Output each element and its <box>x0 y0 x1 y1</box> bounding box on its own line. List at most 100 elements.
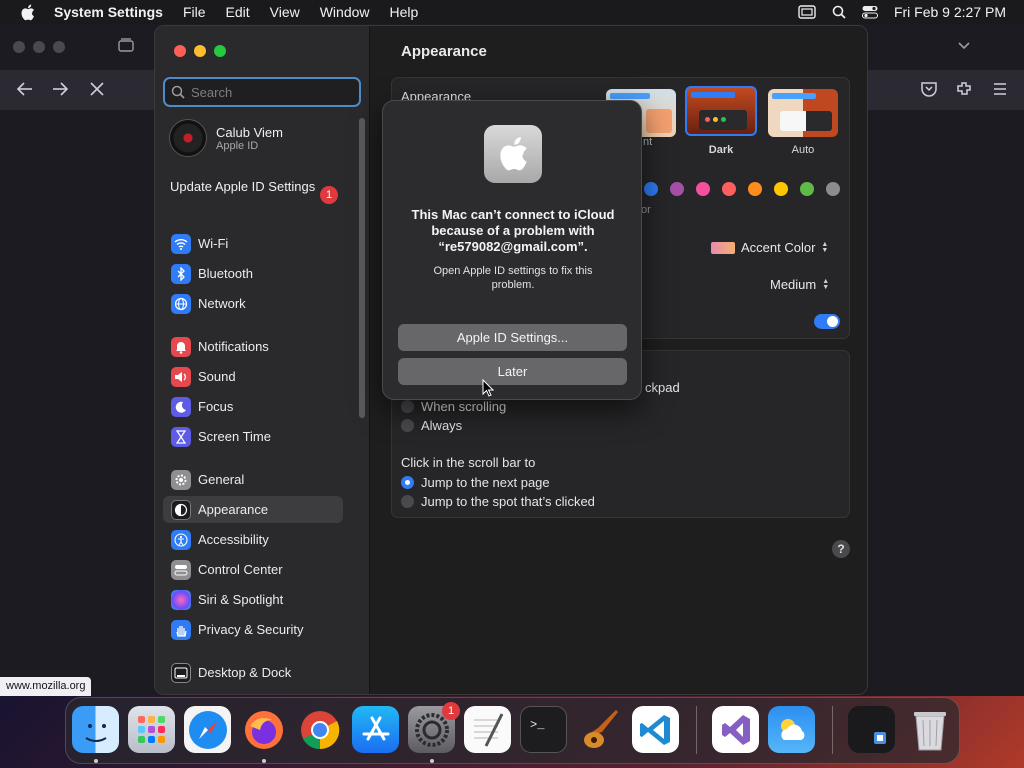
sidebar-item-accessibility[interactable]: Accessibility <box>163 526 343 553</box>
sidebar-item-label: Desktop & Dock <box>198 665 292 680</box>
search-icon <box>171 85 185 99</box>
accent-swatch-pink[interactable] <box>696 182 710 196</box>
firefox-minimize-dot[interactable] <box>33 41 45 53</box>
radio-dot <box>401 419 414 432</box>
apple-menu-icon[interactable] <box>16 1 38 23</box>
sidebar-item-desktop-dock[interactable]: Desktop & Dock <box>163 659 343 686</box>
auto-appearance-thumb[interactable] <box>768 89 838 137</box>
accent-swatch-blue[interactable] <box>644 182 658 196</box>
minimize-button[interactable] <box>194 45 206 57</box>
sidebar-item-network[interactable]: Network <box>163 290 343 317</box>
radio-label: Jump to the next page <box>421 475 550 490</box>
app-store-icon[interactable] <box>352 706 399 753</box>
vscode-icon[interactable] <box>632 706 679 753</box>
radio-dot <box>401 400 414 413</box>
finder-icon[interactable] <box>72 706 119 753</box>
update-badge: 1 <box>320 186 338 204</box>
system-settings-running-dot <box>430 759 434 763</box>
sidebar-item-privacy-security[interactable]: Privacy & Security <box>163 616 343 643</box>
sidebar-item-bluetooth[interactable]: Bluetooth <box>163 260 343 287</box>
menu-help[interactable]: Help <box>380 4 429 20</box>
help-button[interactable]: ? <box>832 540 850 558</box>
sidebar-item-notifications[interactable]: Notifications <box>163 333 343 360</box>
sidebar-item-wifi[interactable]: Wi-Fi <box>163 230 343 257</box>
radio-jump-spot[interactable]: Jump to the spot that’s clicked <box>401 494 595 509</box>
scroll-caption-partial: ckpad <box>645 380 680 395</box>
sidebar-item-screen-time[interactable]: Screen Time <box>163 423 343 450</box>
forward-arrow-icon[interactable] <box>51 80 69 103</box>
popup-chevron-icon: ▲ ▼ <box>821 240 829 254</box>
visual-studio-icon[interactable] <box>712 706 759 753</box>
search-input[interactable] <box>191 84 351 100</box>
downloads-stack-icon[interactable] <box>848 706 895 753</box>
dark-appearance-thumb[interactable] <box>685 86 757 136</box>
hamburger-menu-icon[interactable] <box>991 80 1009 103</box>
sidebar-item-sound[interactable]: Sound <box>163 363 343 390</box>
accent-swatch-green[interactable] <box>800 182 814 196</box>
radio-always[interactable]: Always <box>401 418 462 433</box>
update-apple-id-item[interactable]: Update Apple ID Settings <box>170 179 340 195</box>
sidebar-item-label: Screen Time <box>198 429 271 444</box>
accent-swatch-red[interactable] <box>722 182 736 196</box>
sidebar-icon-size-popup[interactable]: Medium ▲ ▼ <box>770 277 829 292</box>
wallpaper-tinting-toggle[interactable] <box>814 314 840 329</box>
close-button[interactable] <box>174 45 186 57</box>
chrome-icon[interactable] <box>296 706 343 753</box>
screen-mirroring-icon[interactable] <box>798 5 816 19</box>
search-field[interactable] <box>163 77 361 107</box>
menu-file[interactable]: File <box>173 4 216 20</box>
spotlight-search-icon[interactable] <box>832 5 846 19</box>
sidebar-item-general[interactable]: General <box>163 466 343 493</box>
stop-loading-icon[interactable] <box>88 80 106 103</box>
radio-jump-next-page[interactable]: Jump to the next page <box>401 475 550 490</box>
trash-icon[interactable] <box>906 706 953 753</box>
menu-view[interactable]: View <box>260 4 310 20</box>
extensions-icon[interactable] <box>955 80 973 103</box>
control-center-icon[interactable] <box>861 5 878 19</box>
globe-icon <box>171 293 191 314</box>
firefox-close-dot[interactable] <box>13 41 25 53</box>
bell-icon <box>171 336 191 357</box>
menu-window[interactable]: Window <box>310 4 380 20</box>
pocket-icon[interactable] <box>920 80 938 103</box>
accent-swatch-orange[interactable] <box>748 182 762 196</box>
sidebar-item-label: Wi-Fi <box>198 236 229 251</box>
weather-icon[interactable] <box>768 706 815 753</box>
hourglass-icon <box>171 426 191 447</box>
sidebar-item-appearance[interactable]: Appearance <box>163 496 343 523</box>
menu-edit[interactable]: Edit <box>216 4 260 20</box>
sidebar-item-label: Network <box>198 296 246 311</box>
firefox-zoom-dot[interactable] <box>53 41 65 53</box>
safari-icon[interactable] <box>184 706 231 753</box>
sidebar-scrollbar[interactable] <box>359 118 365 418</box>
sidebar-item-control-center[interactable]: Control Center <box>163 556 343 583</box>
accent-swatch-graphite[interactable] <box>826 182 840 196</box>
menu-clock[interactable]: Fri Feb 9 2:27 PM <box>894 4 1006 20</box>
launchpad-icon[interactable] <box>128 706 175 753</box>
app-menu[interactable]: System Settings <box>50 4 173 20</box>
textedit-icon[interactable] <box>464 706 511 753</box>
garageband-icon[interactable] <box>576 706 623 753</box>
sidebar-item-focus[interactable]: Focus <box>163 393 343 420</box>
dock-separator <box>696 706 697 754</box>
highlight-color-popup[interactable]: Accent Color ▲ ▼ <box>711 240 828 255</box>
system-settings-badge: 1 <box>442 702 460 720</box>
sidebar-item-siri-spotlight[interactable]: Siri & Spotlight <box>163 586 343 613</box>
list-tabs-chevron-icon[interactable] <box>956 37 972 58</box>
apple-id-account[interactable]: Calub Viem Apple ID <box>169 119 283 157</box>
zoom-button[interactable] <box>214 45 226 57</box>
highlight-color-value: Accent Color <box>741 240 816 255</box>
finder-running-dot <box>94 759 98 763</box>
icloud-alert-dialog: This Mac can’t connect to iCloud because… <box>382 100 642 400</box>
menu-extras: Fri Feb 9 2:27 PM <box>798 4 1024 20</box>
later-button[interactable]: Later <box>398 358 627 385</box>
firefox-icon[interactable] <box>240 706 287 753</box>
back-arrow-icon[interactable] <box>16 80 34 103</box>
apple-id-settings-button[interactable]: Apple ID Settings... <box>398 324 627 351</box>
sidebar-item-label: Privacy & Security <box>198 622 304 637</box>
accent-swatch-purple[interactable] <box>670 182 684 196</box>
accent-swatch-yellow[interactable] <box>774 182 788 196</box>
terminal-icon[interactable]: >_ <box>520 706 567 753</box>
sidebar-item-label: Sound <box>198 369 236 384</box>
tab-overview-icon[interactable] <box>118 37 134 58</box>
